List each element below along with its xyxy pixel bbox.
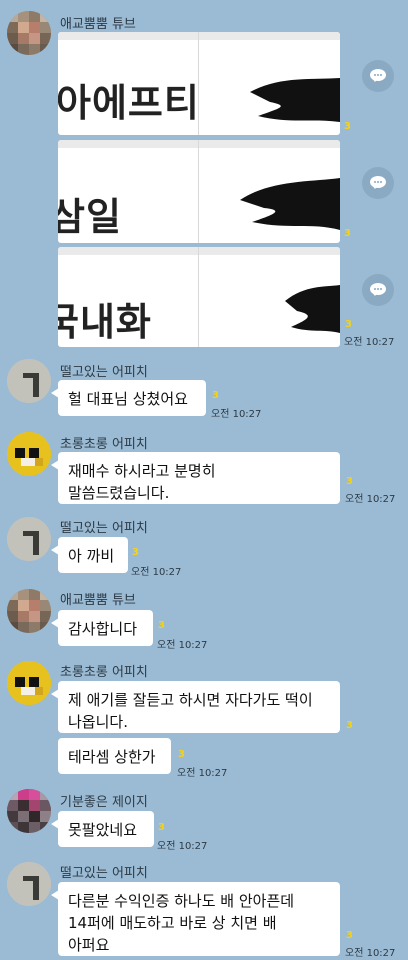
image-divider [198, 140, 199, 243]
timestamp: 오전 10:27 [345, 948, 396, 959]
message-text: 감사합니다 [68, 620, 138, 638]
timestamp: 오전 10:27 [344, 337, 395, 348]
unread-count: 3 [346, 476, 353, 487]
message-text-line: 14퍼에 매도하고 바로 상 치면 배 [68, 914, 277, 932]
avatar[interactable] [7, 432, 51, 476]
message-bubble[interactable]: 다른분 수익인증 하나도 배 안아픈데 14퍼에 매도하고 바로 상 치면 배 … [51, 882, 340, 956]
message-text: 헐 대표님 상쳤어요 [68, 390, 188, 408]
speech-bubble-icon [370, 283, 386, 296]
unread-count: 3 [346, 930, 353, 941]
image-text: 삼일 [58, 195, 122, 239]
timestamp: 오전 10:27 [157, 640, 208, 651]
sender-name: 애교뿜뿜 튜브 [60, 17, 136, 32]
message-text: 테라셈 상한가 [68, 748, 156, 766]
message-text: 아 까비 [68, 547, 115, 565]
share-button[interactable] [362, 60, 394, 92]
avatar[interactable] [7, 359, 51, 403]
unread-count: 3 [158, 620, 165, 631]
unread-count: 3 [132, 547, 139, 558]
image-border [58, 32, 340, 40]
image-border [58, 247, 340, 255]
sender-name: 떨고있는 어피치 [60, 521, 148, 536]
image-attachment[interactable]: 삼일 [58, 140, 340, 243]
timestamp: 오전 10:27 [131, 567, 182, 578]
message-bubble[interactable]: 헐 대표님 상쳤어요 [51, 380, 206, 416]
redaction-scribble [285, 285, 340, 333]
message-bubble[interactable]: 제 애기를 잘듣고 하시면 자다가도 떡이 나옵니다. [51, 681, 340, 733]
message-text-line: 나옵니다. [68, 713, 128, 731]
message-bubble[interactable]: 재매수 하시라고 분명히 말씀드렸습니다. [51, 452, 340, 504]
image-text: 아에프티 [58, 81, 200, 125]
avatar[interactable] [7, 661, 51, 705]
unread-count: 3 [344, 228, 351, 239]
avatar[interactable] [7, 789, 51, 833]
sender-name: 떨고있는 어피치 [60, 365, 148, 380]
speech-bubble-icon [370, 69, 386, 82]
message-bubble[interactable]: 아 까비 [51, 537, 128, 573]
sender-name: 떨고있는 어피치 [60, 866, 148, 881]
sender-name: 초롱초롱 어피치 [60, 665, 148, 680]
timestamp: 오전 10:27 [177, 768, 228, 779]
image-attachment[interactable]: 아에프티 [58, 32, 340, 135]
unread-count: 3 [212, 390, 219, 401]
message-text-line: 제 애기를 잘듣고 하시면 자다가도 떡이 [68, 691, 313, 709]
message-text-line: 말씀드렸습니다. [68, 484, 170, 502]
image-divider [198, 247, 199, 347]
message-bubble[interactable]: 못팔았네요 [51, 811, 154, 847]
unread-count: 3 [158, 822, 165, 833]
message-text-line: 아퍼요 [68, 936, 110, 954]
sender-name: 초롱초롱 어피치 [60, 437, 148, 452]
avatar[interactable] [7, 517, 51, 561]
sender-name: 애교뿜뿜 튜브 [60, 593, 136, 608]
message-bubble[interactable]: 감사합니다 [51, 610, 153, 646]
timestamp: 오전 10:27 [345, 494, 396, 505]
sender-name: 기분좋은 제이지 [60, 795, 148, 810]
message-text: 못팔았네요 [68, 821, 138, 839]
avatar[interactable] [7, 862, 51, 906]
message-text-line: 다른분 수익인증 하나도 배 안아픈데 [68, 892, 295, 910]
share-button[interactable] [362, 274, 394, 306]
message-bubble[interactable]: 테라셈 상한가 [58, 738, 171, 774]
message-text-line: 재매수 하시라고 분명히 [68, 462, 216, 480]
avatar[interactable] [7, 11, 51, 55]
unread-count: 3 [345, 319, 352, 330]
share-button[interactable] [362, 167, 394, 199]
unread-count: 3 [346, 720, 353, 731]
unread-count: 3 [178, 749, 185, 760]
image-attachment[interactable]: 국내화 [58, 247, 340, 347]
avatar[interactable] [7, 589, 51, 633]
speech-bubble-icon [370, 176, 386, 189]
timestamp: 오전 10:27 [211, 409, 262, 420]
image-border [58, 140, 340, 148]
redaction-scribble [250, 78, 340, 122]
unread-count: 3 [344, 121, 351, 132]
image-text: 국내화 [58, 300, 152, 344]
redaction-scribble [240, 178, 340, 230]
timestamp: 오전 10:27 [157, 841, 208, 852]
